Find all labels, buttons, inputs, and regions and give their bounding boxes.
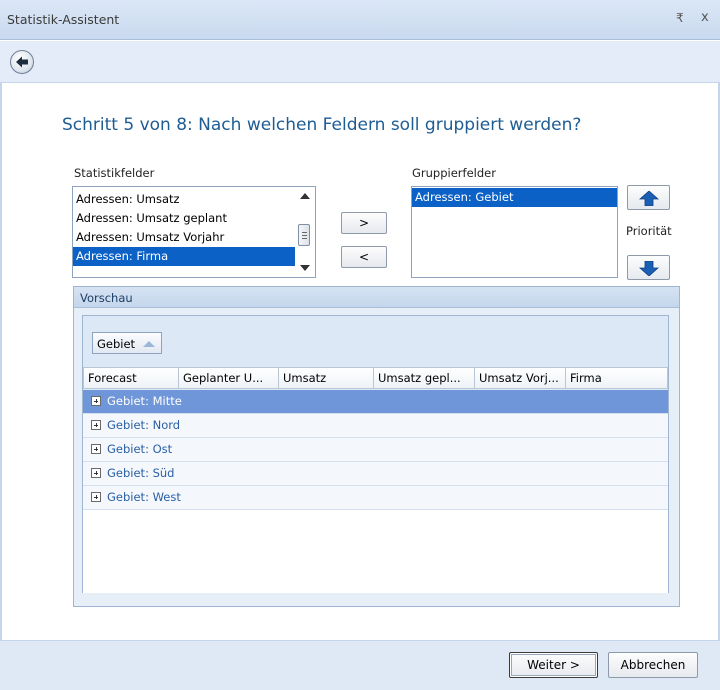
preview-panel: Vorschau Gebiet Forecast Geplanter U... … bbox=[73, 286, 680, 607]
column-header[interactable]: Firma bbox=[566, 367, 668, 389]
column-header[interactable]: Umsatz gepl... bbox=[374, 367, 475, 389]
priority-label: Priorität bbox=[626, 224, 672, 238]
toolbar bbox=[0, 41, 720, 83]
table-row[interactable]: Gebiet: West bbox=[83, 486, 668, 510]
priority-down-button[interactable] bbox=[627, 255, 670, 280]
group-row-label: Gebiet: Mitte bbox=[107, 394, 182, 408]
statistikfelder-label: Statistikfelder bbox=[74, 166, 155, 180]
expand-icon[interactable] bbox=[91, 444, 101, 454]
remove-field-button[interactable]: < bbox=[341, 246, 387, 268]
window-title: Statistik-Assistent bbox=[7, 12, 120, 27]
sort-ascending-icon bbox=[143, 341, 155, 347]
empty-grid-area bbox=[83, 529, 668, 593]
table-row[interactable]: Gebiet: Süd bbox=[83, 462, 668, 486]
table-row[interactable]: Gebiet: Nord bbox=[83, 414, 668, 438]
empty-grid-area bbox=[83, 510, 668, 529]
expand-icon[interactable] bbox=[91, 396, 101, 406]
preview-header: Vorschau bbox=[74, 287, 679, 308]
scroll-thumb[interactable] bbox=[298, 224, 310, 246]
preview-title: Vorschau bbox=[80, 291, 133, 305]
group-row-label: Gebiet: Nord bbox=[107, 418, 181, 432]
column-header[interactable]: Umsatz bbox=[279, 367, 374, 389]
next-button[interactable]: Weiter > bbox=[509, 652, 598, 678]
expand-icon[interactable] bbox=[91, 420, 101, 430]
list-item-selected[interactable]: Adressen: Gebiet bbox=[412, 188, 617, 207]
column-header[interactable]: Geplanter U... bbox=[179, 367, 279, 389]
scroll-down-icon[interactable] bbox=[300, 265, 310, 271]
arrow-left-icon bbox=[16, 56, 28, 68]
group-row-label: Gebiet: Ost bbox=[107, 442, 173, 456]
statistikfelder-list[interactable]: Adressen: Umsatz Adressen: Umsatz geplan… bbox=[72, 186, 316, 278]
add-field-button[interactable]: > bbox=[341, 212, 387, 234]
group-row-label: Gebiet: West bbox=[107, 490, 181, 504]
arrow-up-icon bbox=[639, 191, 659, 206]
group-row-label: Gebiet: Süd bbox=[107, 466, 175, 480]
back-button[interactable] bbox=[10, 50, 34, 74]
gruppierfelder-label: Gruppierfelder bbox=[412, 166, 496, 180]
cancel-button[interactable]: Abbrechen bbox=[608, 652, 698, 678]
vertical-scrollbar[interactable] bbox=[296, 187, 313, 277]
table-row[interactable]: Gebiet: Ost bbox=[83, 438, 668, 462]
scroll-up-icon[interactable] bbox=[300, 193, 310, 199]
group-by-label: Gebiet bbox=[97, 337, 136, 351]
preview-grid[interactable]: Gebiet Forecast Geplanter U... Umsatz Um… bbox=[82, 315, 669, 593]
list-item[interactable]: Adressen: Umsatz Vorjahr bbox=[73, 228, 295, 247]
list-item[interactable]: Adressen: Umsatz bbox=[73, 190, 295, 209]
page-title: Schritt 5 von 8: Nach welchen Feldern so… bbox=[62, 115, 582, 135]
group-by-chip[interactable]: Gebiet bbox=[92, 332, 162, 354]
gruppierfelder-list[interactable]: Adressen: Gebiet bbox=[411, 186, 618, 278]
table-row-selected[interactable]: Gebiet: Mitte bbox=[83, 390, 668, 414]
window-border-left bbox=[0, 83, 2, 640]
priority-up-button[interactable] bbox=[627, 185, 670, 210]
column-header[interactable]: Umsatz Vorj... bbox=[475, 367, 566, 389]
list-item-selected[interactable]: Adressen: Firma bbox=[73, 247, 295, 266]
title-bar: Statistik-Assistent ₹ x bbox=[0, 0, 720, 40]
list-item[interactable]: Adressen: Umsatz geplant bbox=[73, 209, 295, 228]
column-header[interactable]: Forecast bbox=[83, 367, 179, 389]
close-icon[interactable]: x bbox=[701, 10, 709, 25]
pin-icon[interactable]: ₹ bbox=[676, 11, 684, 25]
expand-icon[interactable] bbox=[91, 492, 101, 502]
arrow-down-icon bbox=[639, 261, 659, 276]
expand-icon[interactable] bbox=[91, 468, 101, 478]
